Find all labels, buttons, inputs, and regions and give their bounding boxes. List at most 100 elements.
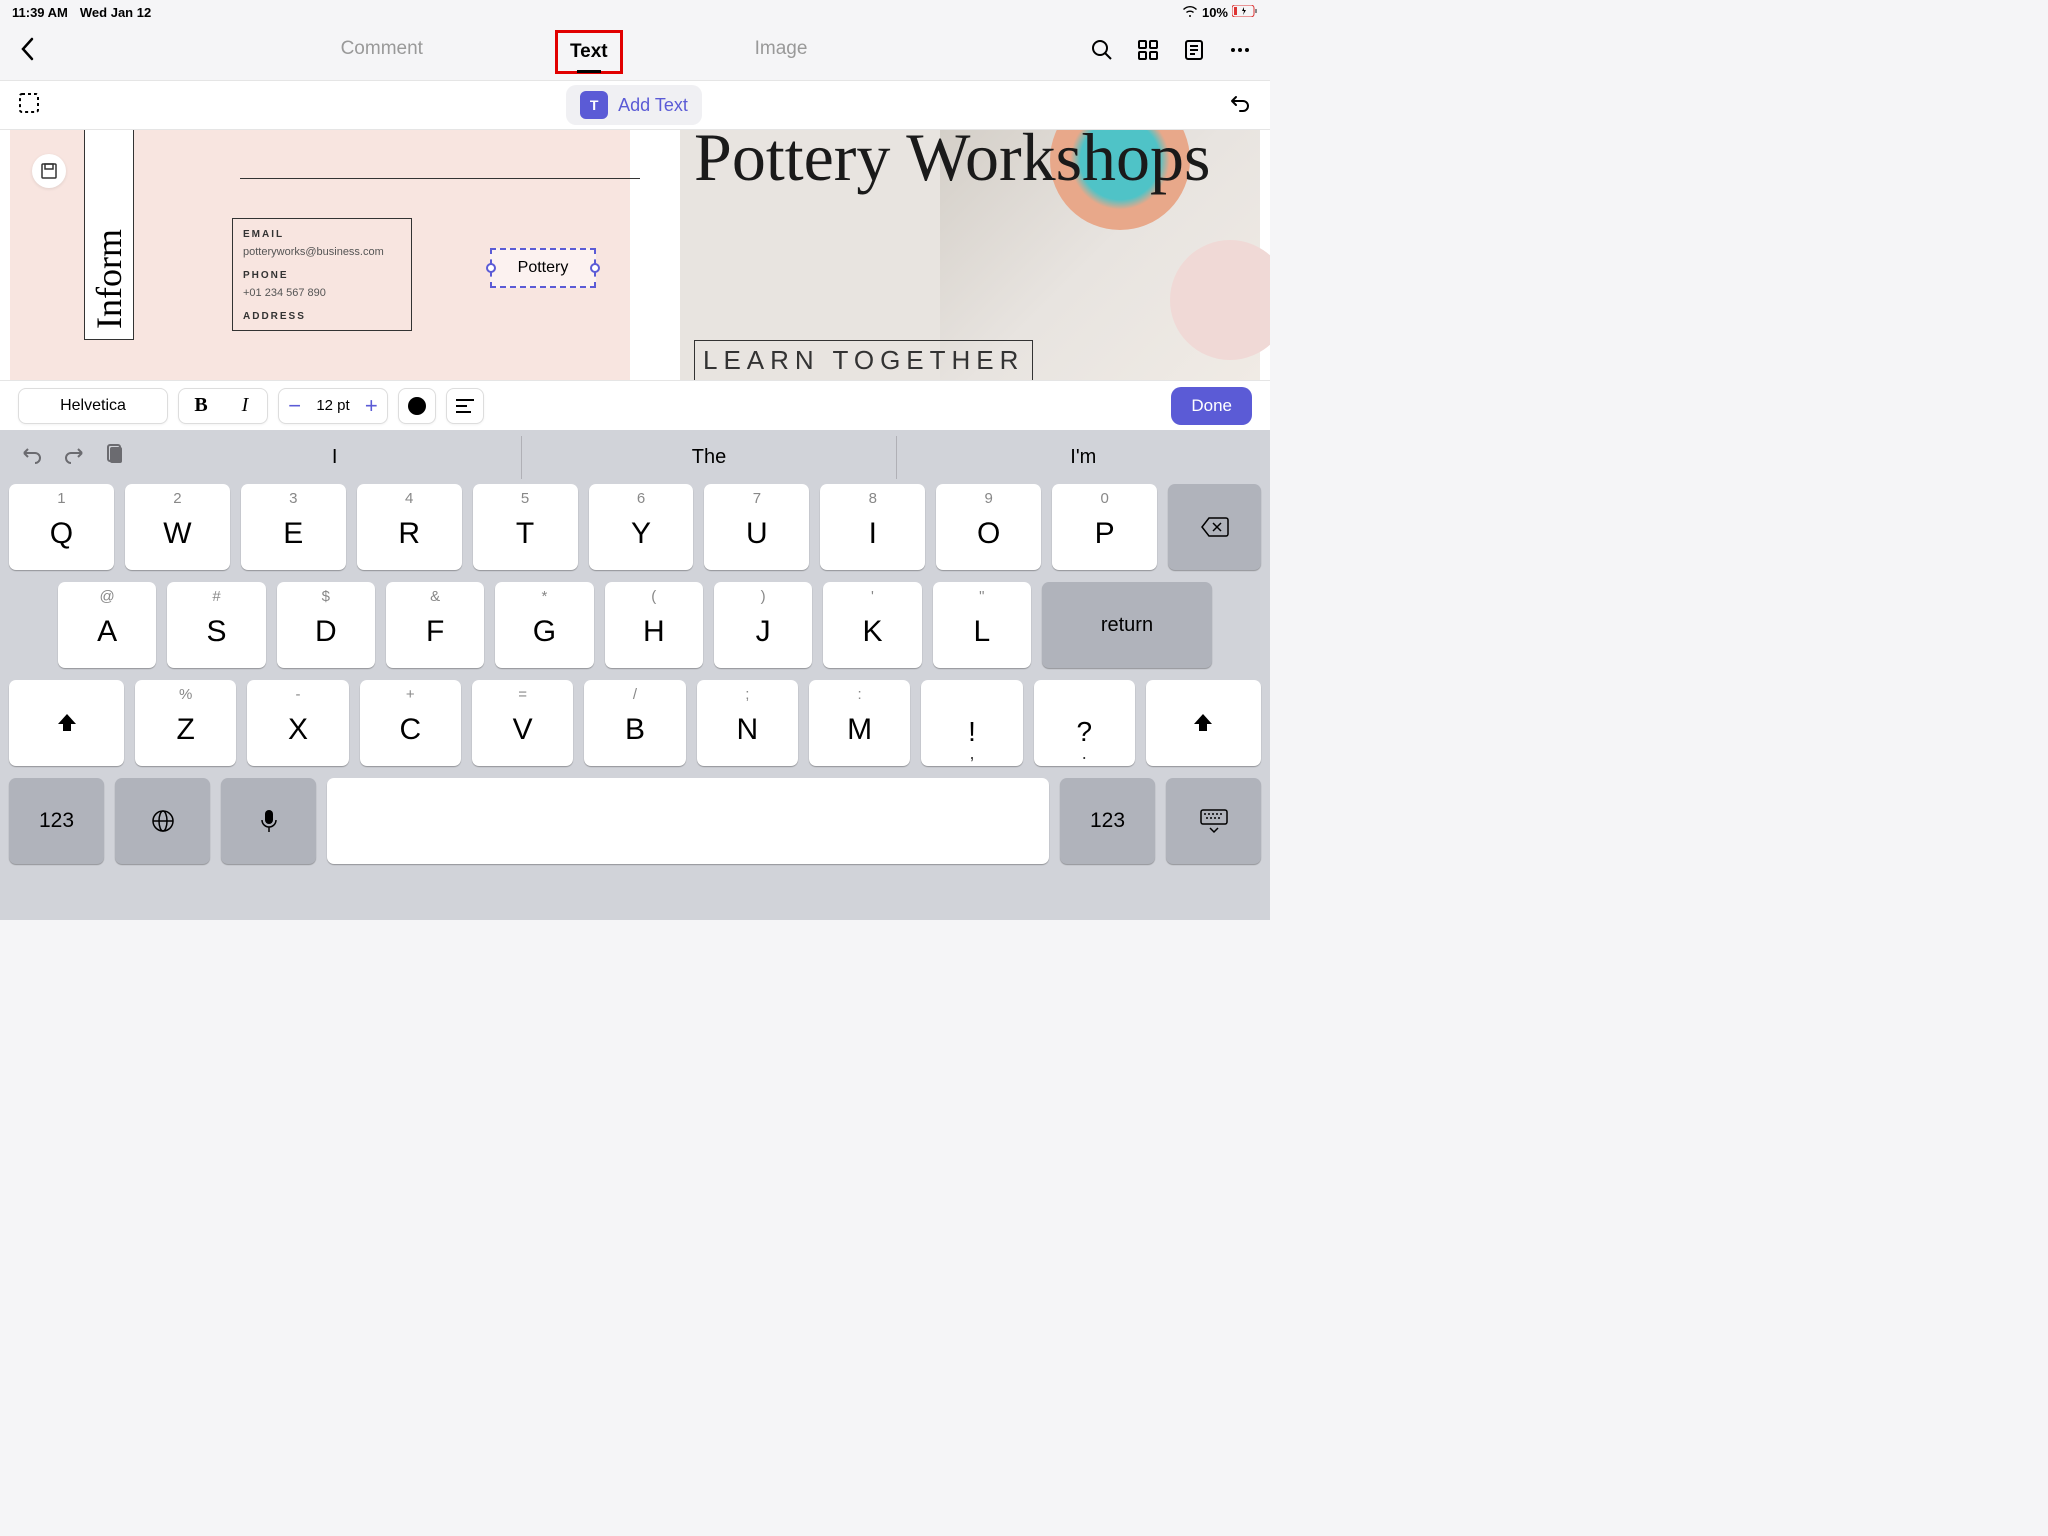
- bold-button[interactable]: B: [179, 394, 223, 417]
- key-U[interactable]: 7U: [704, 484, 809, 570]
- keyboard: I The I'm 1Q2W3E4R5T6Y7U8I9O0P @A#S$D&F*…: [0, 430, 1270, 920]
- key-V[interactable]: =V: [472, 680, 573, 766]
- key-I[interactable]: 8I: [820, 484, 925, 570]
- vertical-heading[interactable]: Inform: [84, 130, 134, 340]
- tab-text[interactable]: Text: [555, 30, 623, 74]
- status-time: 11:39 AM: [12, 5, 68, 20]
- save-icon[interactable]: [32, 154, 66, 188]
- text-tool-icon: T: [580, 91, 608, 119]
- key-Y[interactable]: 6Y: [589, 484, 694, 570]
- kb-clipboard-icon[interactable]: [104, 443, 128, 472]
- search-icon[interactable]: [1090, 38, 1114, 67]
- key-G[interactable]: *G: [495, 582, 593, 668]
- key-return[interactable]: return: [1042, 582, 1212, 668]
- key-T[interactable]: 5T: [473, 484, 578, 570]
- battery-percent: 10%: [1202, 5, 1228, 20]
- undo-icon[interactable]: [1228, 91, 1252, 120]
- add-text-label: Add Text: [618, 95, 688, 116]
- status-bar: 11:39 AM Wed Jan 12 10%: [0, 0, 1270, 24]
- key-row-1: 1Q2W3E4R5T6Y7U8I9O0P: [0, 484, 1270, 570]
- key-shift-right[interactable]: [1146, 680, 1261, 766]
- textbox-content: Pottery: [518, 259, 569, 277]
- back-button[interactable]: [18, 36, 58, 69]
- page-1[interactable]: Inform EMAIL potteryworks@business.com P…: [10, 130, 630, 380]
- tab-image[interactable]: Image: [743, 30, 820, 74]
- key-B[interactable]: /B: [584, 680, 685, 766]
- key-L[interactable]: "L: [933, 582, 1031, 668]
- info-box[interactable]: EMAIL potteryworks@business.com PHONE +0…: [232, 218, 412, 331]
- resize-handle-right[interactable]: [590, 263, 600, 273]
- key-K[interactable]: 'K: [823, 582, 921, 668]
- page2-subtitle[interactable]: LEARN TOGETHER: [694, 340, 1033, 380]
- top-nav: Comment Text Image: [0, 24, 1270, 80]
- color-button[interactable]: [398, 388, 436, 424]
- key-J[interactable]: )J: [714, 582, 812, 668]
- toolbar: T Add Text: [0, 80, 1270, 130]
- color-swatch: [408, 397, 426, 415]
- key-row-2: @A#S$D&F*G(H)J'K"Lreturn: [0, 582, 1270, 668]
- format-bar: Helvetica B I − 12 pt + Done: [0, 380, 1270, 430]
- font-selector[interactable]: Helvetica: [18, 388, 168, 424]
- key-S[interactable]: #S: [167, 582, 265, 668]
- key-hide-keyboard[interactable]: [1166, 778, 1261, 864]
- key-C[interactable]: +C: [360, 680, 461, 766]
- italic-button[interactable]: I: [223, 394, 267, 417]
- key-globe[interactable]: [115, 778, 210, 864]
- suggestion-3[interactable]: I'm: [896, 436, 1270, 479]
- bold-italic-chip: B I: [178, 388, 268, 424]
- key-space[interactable]: [327, 778, 1049, 864]
- key-O[interactable]: 9O: [936, 484, 1041, 570]
- phone-value: +01 234 567 890: [243, 287, 401, 299]
- size-increase[interactable]: +: [356, 393, 387, 419]
- add-text-button[interactable]: T Add Text: [566, 85, 702, 125]
- key-R[interactable]: 4R: [357, 484, 462, 570]
- key-mic[interactable]: [221, 778, 316, 864]
- status-date: Wed Jan 12: [80, 5, 151, 20]
- key-A[interactable]: @A: [58, 582, 156, 668]
- tab-comment[interactable]: Comment: [329, 30, 435, 74]
- divider: [240, 178, 640, 179]
- wifi-icon: [1182, 5, 1198, 20]
- kb-redo-icon[interactable]: [62, 443, 86, 472]
- suggestion-1[interactable]: I: [148, 436, 521, 479]
- key-W[interactable]: 2W: [125, 484, 230, 570]
- font-size-chip: − 12 pt +: [278, 388, 388, 424]
- page2-title[interactable]: Pottery Workshops: [694, 130, 1211, 195]
- resize-handle-left[interactable]: [486, 263, 496, 273]
- suggestion-2[interactable]: The: [521, 436, 895, 479]
- more-icon[interactable]: [1228, 38, 1252, 67]
- page-2[interactable]: Pottery Workshops LEARN TOGETHER: [680, 130, 1260, 380]
- key-row-3: %Z-X+C=V/B;N:M!,?.: [0, 680, 1270, 766]
- key-comma[interactable]: !,: [921, 680, 1022, 766]
- grid-icon[interactable]: [1136, 38, 1160, 67]
- selection-icon[interactable]: [18, 92, 40, 119]
- key-123-right[interactable]: 123: [1060, 778, 1155, 864]
- key-M[interactable]: :M: [809, 680, 910, 766]
- key-P[interactable]: 0P: [1052, 484, 1157, 570]
- key-backspace[interactable]: [1168, 484, 1261, 570]
- key-X[interactable]: -X: [247, 680, 348, 766]
- pages-icon[interactable]: [1182, 38, 1206, 67]
- done-button[interactable]: Done: [1171, 387, 1252, 425]
- size-decrease[interactable]: −: [279, 393, 310, 419]
- key-E[interactable]: 3E: [241, 484, 346, 570]
- key-shift-left[interactable]: [9, 680, 124, 766]
- address-label: ADDRESS: [243, 311, 401, 322]
- key-Q[interactable]: 1Q: [9, 484, 114, 570]
- key-Z[interactable]: %Z: [135, 680, 236, 766]
- key-123-left[interactable]: 123: [9, 778, 104, 864]
- key-H[interactable]: (H: [605, 582, 703, 668]
- key-period[interactable]: ?.: [1034, 680, 1135, 766]
- key-F[interactable]: &F: [386, 582, 484, 668]
- key-D[interactable]: $D: [277, 582, 375, 668]
- active-textbox[interactable]: Pottery: [490, 248, 596, 288]
- key-row-4: 123 123: [0, 778, 1270, 864]
- key-N[interactable]: ;N: [697, 680, 798, 766]
- canvas[interactable]: Inform EMAIL potteryworks@business.com P…: [0, 130, 1270, 380]
- battery-icon: [1232, 5, 1258, 20]
- kb-undo-icon[interactable]: [20, 443, 44, 472]
- email-value: potteryworks@business.com: [243, 246, 401, 258]
- align-button[interactable]: [446, 388, 484, 424]
- phone-label: PHONE: [243, 270, 401, 281]
- email-label: EMAIL: [243, 229, 401, 240]
